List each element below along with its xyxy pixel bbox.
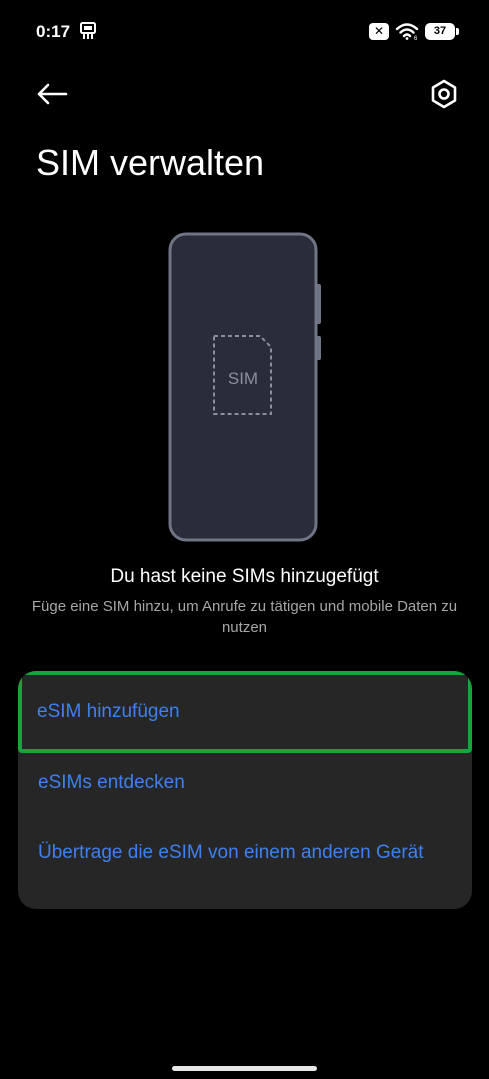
status-icons: ✕ 6 37 bbox=[369, 22, 459, 40]
status-time: 0:17 bbox=[36, 22, 71, 41]
settings-button[interactable] bbox=[424, 76, 464, 112]
battery-level: 37 bbox=[433, 25, 447, 37]
empty-state-subtitle: Füge eine SIM hinzu, um Anrufe zu tätige… bbox=[31, 598, 458, 636]
transfer-esim-option[interactable]: Übertrage die eSIM von einem anderen Ger… bbox=[18, 841, 472, 865]
add-esim-option[interactable]: eSIM hinzufügen bbox=[18, 671, 472, 753]
empty-state-title: Du hast keine SIMs hinzugefügt bbox=[110, 566, 379, 587]
status-bar: 0:17 ✕ 6 37 bbox=[0, 0, 489, 64]
sim-disabled-icon: ✕ bbox=[369, 22, 389, 40]
back-button[interactable] bbox=[34, 76, 70, 112]
discover-esims-label: eSIMs entdecken bbox=[38, 772, 185, 793]
wifi-icon: 6 bbox=[395, 23, 419, 40]
transfer-esim-label: Übertrage die eSIM von einem anderen Ger… bbox=[38, 842, 424, 863]
add-esim-label: eSIM hinzufügen bbox=[37, 701, 180, 722]
sim-chip-label: SIM bbox=[228, 369, 258, 388]
discover-esims-option[interactable]: eSIMs entdecken bbox=[18, 771, 472, 795]
page-title: SIM verwalten bbox=[36, 142, 265, 183]
phone-sim-illustration: SIM bbox=[168, 232, 321, 542]
notification-icon bbox=[80, 22, 96, 39]
sim-options-card: eSIM hinzufügen eSIMs entdecken Übertrag… bbox=[18, 671, 472, 909]
home-indicator[interactable] bbox=[172, 1066, 317, 1071]
settings-icon bbox=[431, 79, 457, 109]
arrow-left-icon bbox=[37, 83, 68, 105]
battery-icon: 37 bbox=[425, 22, 459, 40]
svg-text:6: 6 bbox=[414, 36, 418, 40]
